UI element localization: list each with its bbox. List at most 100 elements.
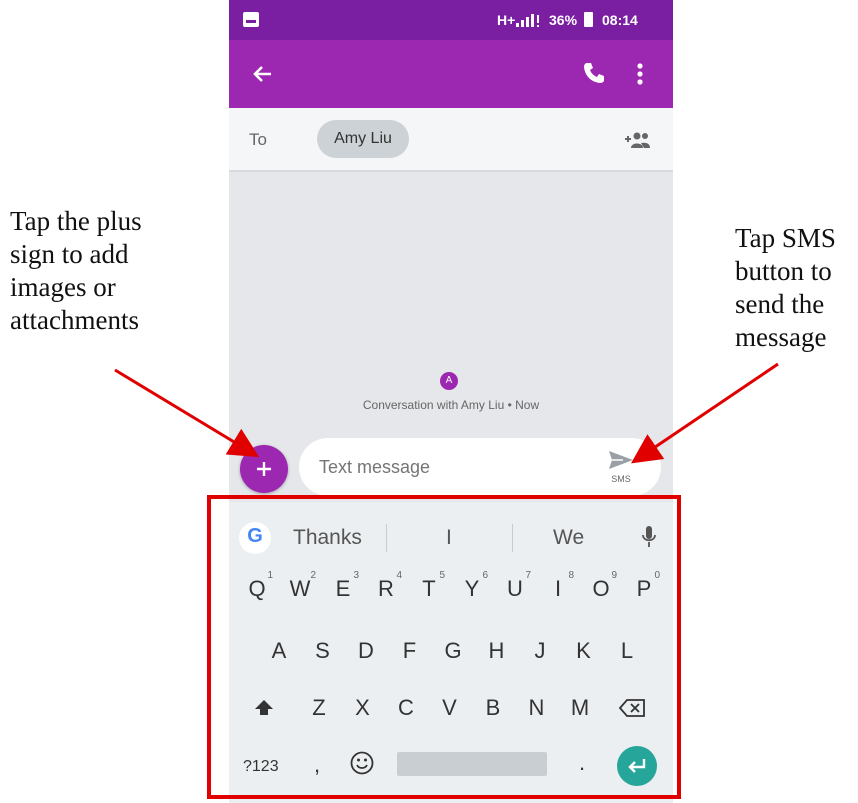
key-w[interactable]: W2 bbox=[280, 570, 320, 602]
key-z[interactable]: Z bbox=[299, 695, 339, 721]
conversation-area: A Conversation with Amy Liu • Now SMS bbox=[229, 172, 673, 502]
key-p-number-hint: 0 bbox=[654, 570, 660, 581]
overflow-menu-icon[interactable] bbox=[634, 62, 646, 86]
key-h[interactable]: H bbox=[477, 638, 517, 664]
key-t-number-hint: 5 bbox=[439, 570, 445, 581]
spacebar[interactable] bbox=[397, 752, 547, 776]
key-t[interactable]: T5 bbox=[409, 570, 449, 602]
back-arrow-icon[interactable] bbox=[251, 62, 275, 86]
add-attachment-button[interactable] bbox=[240, 445, 288, 493]
key-p-label: P bbox=[636, 576, 652, 601]
shift-key-icon[interactable] bbox=[253, 698, 275, 718]
image-notification-icon bbox=[243, 12, 259, 27]
symbols-key[interactable]: ?123 bbox=[243, 758, 279, 776]
key-c-label: C bbox=[398, 695, 414, 720]
key-k[interactable]: K bbox=[564, 638, 604, 664]
send-sms-label: SMS bbox=[611, 474, 631, 484]
key-y[interactable]: Y6 bbox=[452, 570, 492, 602]
suggestion-divider bbox=[512, 524, 513, 552]
key-x-label: X bbox=[355, 695, 370, 720]
key-h-label: H bbox=[488, 638, 505, 663]
key-a[interactable]: A bbox=[259, 638, 299, 664]
key-o[interactable]: O9 bbox=[581, 570, 621, 602]
key-b-label: B bbox=[485, 695, 501, 720]
key-g-label: G bbox=[444, 638, 462, 663]
key-r-label: R bbox=[378, 576, 394, 601]
key-l-label: L bbox=[620, 638, 634, 663]
conversation-info: Conversation with Amy Liu • Now bbox=[362, 398, 540, 412]
suggestion-2[interactable]: I bbox=[446, 526, 452, 550]
key-n[interactable]: N bbox=[517, 695, 557, 721]
send-icon bbox=[609, 451, 633, 469]
suggestion-3[interactable]: We bbox=[553, 526, 584, 550]
status-bar: H+ 36% 08:14 bbox=[229, 0, 673, 40]
key-s[interactable]: S bbox=[303, 638, 343, 664]
key-d-label: D bbox=[358, 638, 374, 663]
keyboard: G Thanks I We Q1W2E3R4T5Y6U7I8O9P0 ASDFG… bbox=[229, 502, 673, 803]
key-j-label: J bbox=[534, 638, 546, 663]
suggestion-1[interactable]: Thanks bbox=[293, 526, 362, 550]
key-q-number-hint: 1 bbox=[267, 570, 273, 581]
key-i[interactable]: I8 bbox=[538, 570, 578, 602]
message-input[interactable] bbox=[317, 452, 591, 482]
phone-screen: H+ 36% 08:14 To Amy Liu A Conversation w… bbox=[229, 0, 673, 803]
phone-call-icon[interactable] bbox=[581, 60, 607, 86]
backspace-icon[interactable] bbox=[619, 698, 647, 718]
key-k-label: K bbox=[576, 638, 591, 663]
key-r[interactable]: R4 bbox=[366, 570, 406, 602]
key-e-number-hint: 3 bbox=[353, 570, 359, 581]
annotation-right-text: Tap SMS button to send the message bbox=[735, 223, 836, 352]
key-b[interactable]: B bbox=[473, 695, 513, 721]
key-f[interactable]: F bbox=[390, 638, 430, 664]
microphone-icon[interactable] bbox=[641, 524, 657, 550]
battery-icon bbox=[584, 12, 593, 27]
send-sms-button[interactable]: SMS bbox=[599, 446, 643, 490]
key-x[interactable]: X bbox=[343, 695, 383, 721]
key-u-label: U bbox=[507, 576, 523, 601]
key-s-label: S bbox=[315, 638, 330, 663]
enter-arrow-icon bbox=[628, 759, 646, 773]
key-p[interactable]: P0 bbox=[624, 570, 664, 602]
key-g[interactable]: G bbox=[433, 638, 473, 664]
annotation-left-text: Tap the plus sign to add images or attac… bbox=[10, 206, 142, 335]
google-g-icon[interactable]: G bbox=[239, 522, 271, 554]
network-type: H+ bbox=[497, 12, 516, 28]
to-label: To bbox=[249, 130, 267, 149]
key-q[interactable]: Q1 bbox=[237, 570, 277, 602]
key-w-label: W bbox=[289, 576, 311, 601]
add-people-icon[interactable] bbox=[621, 130, 651, 150]
key-m-label: M bbox=[570, 695, 590, 720]
key-f-label: F bbox=[402, 638, 417, 663]
emoji-icon[interactable] bbox=[349, 750, 375, 776]
key-z-label: Z bbox=[312, 695, 326, 720]
clock: 08:14 bbox=[602, 12, 638, 28]
key-m[interactable]: M bbox=[560, 695, 600, 721]
recipient-chip[interactable]: Amy Liu bbox=[317, 120, 409, 158]
compose-box: SMS bbox=[299, 438, 661, 496]
key-v[interactable]: V bbox=[430, 695, 470, 721]
key-q-label: Q bbox=[248, 576, 266, 601]
key-t-label: T bbox=[422, 576, 436, 601]
key-d[interactable]: D bbox=[346, 638, 386, 664]
key-u[interactable]: U7 bbox=[495, 570, 535, 602]
contact-avatar: A bbox=[440, 372, 458, 390]
key-y-number-hint: 6 bbox=[482, 570, 488, 581]
key-e-label: E bbox=[335, 576, 351, 601]
key-w-number-hint: 2 bbox=[310, 570, 316, 581]
key-c[interactable]: C bbox=[386, 695, 426, 721]
key-j[interactable]: J bbox=[520, 638, 560, 664]
key-i-number-hint: 8 bbox=[568, 570, 574, 581]
period-key[interactable]: . bbox=[579, 750, 585, 776]
battery-percent: 36% bbox=[549, 12, 578, 28]
key-u-number-hint: 7 bbox=[525, 570, 531, 581]
key-i-label: I bbox=[554, 576, 562, 601]
enter-key[interactable] bbox=[617, 746, 657, 786]
key-r-number-hint: 4 bbox=[396, 570, 402, 581]
key-l[interactable]: L bbox=[607, 638, 647, 664]
key-e[interactable]: E3 bbox=[323, 570, 363, 602]
comma-key[interactable]: , bbox=[314, 752, 320, 778]
app-toolbar bbox=[229, 40, 673, 108]
plus-icon bbox=[257, 462, 271, 476]
key-a-label: A bbox=[271, 638, 287, 663]
key-o-label: O bbox=[592, 576, 610, 601]
